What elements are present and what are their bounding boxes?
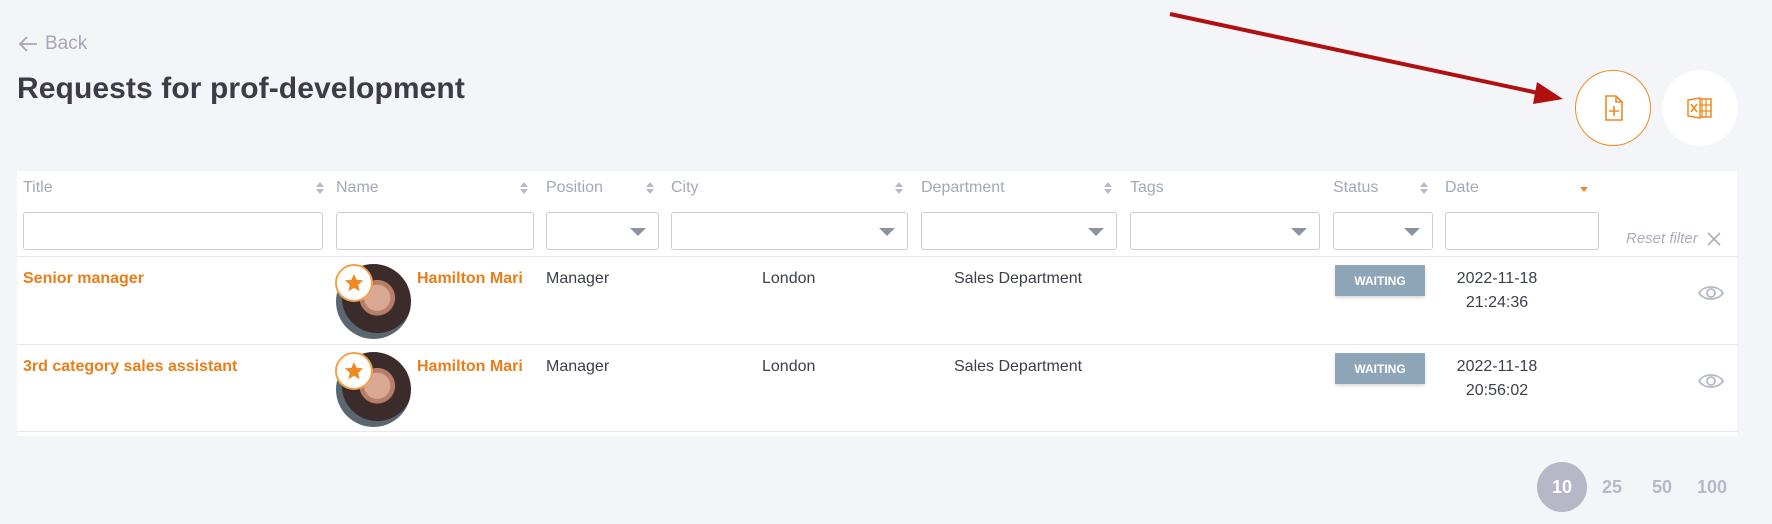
position-value: Manager (546, 358, 610, 375)
requests-table: Title Name Position City Department Tags… (17, 171, 1737, 436)
reset-filter-button[interactable]: Reset filter (1626, 230, 1722, 247)
employee-name-link[interactable]: Hamilton Mari (417, 270, 523, 288)
sort-icon (895, 182, 903, 194)
column-header-tags: Tags (1130, 179, 1164, 196)
star-badge (335, 264, 373, 302)
table-row: Senior manager Hamilton Mari Manager Lon… (17, 256, 1737, 344)
position-value: Manager (546, 270, 610, 287)
chevron-down-icon (879, 228, 895, 236)
status-badge: WAITING (1335, 265, 1425, 296)
department-value: Sales Department (954, 270, 1083, 287)
page-size-50[interactable]: 50 (1637, 462, 1687, 512)
date-value: 2022-11-18 21:24:36 (1456, 270, 1538, 311)
star-icon (344, 273, 364, 292)
column-header-city[interactable]: City (671, 179, 906, 197)
eye-icon[interactable] (1697, 281, 1725, 305)
city-value: London (762, 358, 816, 375)
add-request-button[interactable] (1575, 70, 1651, 146)
position-filter-select[interactable] (546, 212, 659, 250)
star-icon (344, 361, 364, 380)
column-header-status[interactable]: Status (1333, 179, 1431, 197)
employee-name-link[interactable]: Hamilton Mari (417, 358, 523, 376)
table-row: 3rd category sales assistant Hamilton Ma… (17, 344, 1737, 432)
sort-icon (646, 182, 654, 194)
arrow-left-icon (18, 36, 37, 52)
star-badge (335, 352, 373, 390)
sort-icon (1420, 182, 1428, 194)
column-header-position[interactable]: Position (546, 179, 657, 197)
column-header-title[interactable]: Title (23, 179, 327, 197)
page-title: Requests for prof-development (17, 72, 465, 105)
request-title-link[interactable]: 3rd category sales assistant (23, 358, 237, 376)
export-excel-button[interactable] (1662, 70, 1738, 146)
status-badge: WAITING (1335, 353, 1425, 384)
file-plus-icon (1605, 95, 1623, 121)
chevron-down-icon (1291, 228, 1307, 236)
name-filter-input[interactable] (336, 212, 534, 250)
chevron-down-icon (1088, 228, 1104, 236)
date-value: 2022-11-18 20:56:02 (1456, 358, 1538, 399)
tags-filter-select[interactable] (1130, 212, 1320, 250)
department-filter-select[interactable] (921, 212, 1117, 250)
city-value: London (762, 270, 816, 287)
page-size-10[interactable]: 10 (1537, 462, 1587, 512)
city-filter-select[interactable] (671, 212, 908, 250)
title-filter-input[interactable] (23, 212, 323, 250)
page-size-100[interactable]: 100 (1687, 462, 1737, 512)
column-header-name[interactable]: Name (336, 179, 531, 197)
back-label: Back (45, 33, 88, 54)
sort-icon (520, 182, 528, 194)
status-filter-select[interactable] (1333, 212, 1433, 250)
page-size-25[interactable]: 25 (1587, 462, 1637, 512)
sort-desc-icon (1580, 187, 1588, 192)
column-header-department[interactable]: Department (921, 179, 1115, 197)
close-icon (1707, 231, 1721, 246)
eye-icon[interactable] (1697, 369, 1725, 393)
request-title-link[interactable]: Senior manager (23, 270, 144, 288)
department-value: Sales Department (954, 358, 1083, 375)
date-filter-input[interactable] (1445, 212, 1599, 250)
excel-icon (1687, 97, 1712, 119)
back-link[interactable]: Back (17, 33, 87, 55)
chevron-down-icon (1404, 228, 1420, 236)
sort-icon (1104, 182, 1112, 194)
chevron-down-icon (630, 228, 646, 236)
sort-icon (316, 182, 324, 194)
column-header-date[interactable]: Date (1445, 179, 1591, 197)
